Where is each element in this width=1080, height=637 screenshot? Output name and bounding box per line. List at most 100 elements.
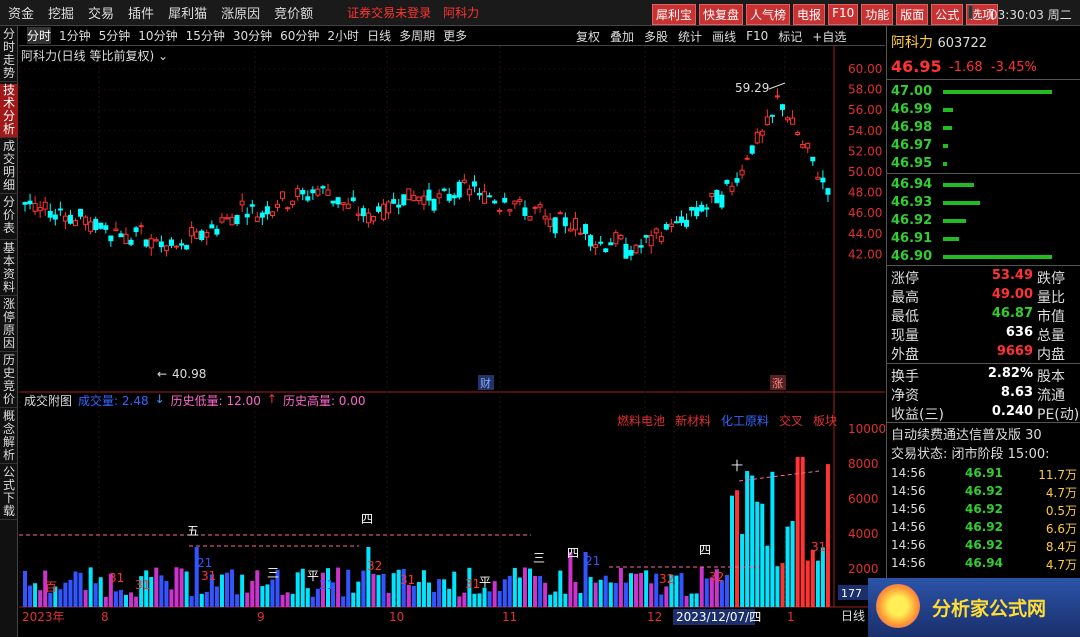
candle-body [785, 117, 791, 121]
candle-body [52, 214, 58, 220]
period-action[interactable]: F10 [746, 29, 768, 43]
concept-tag[interactable]: 化工原料 [721, 412, 769, 429]
concept-tag[interactable]: 板块 [813, 412, 837, 429]
period-action[interactable]: 多股 [644, 28, 668, 45]
candle-body [88, 221, 94, 232]
candle-body [451, 195, 457, 199]
period-action[interactable]: 画线 [712, 28, 736, 45]
volume-bar [810, 549, 815, 607]
menu-item[interactable]: 资金 [8, 3, 34, 22]
period-action[interactable]: 复权 [576, 28, 600, 45]
bid-volume-bar [943, 237, 960, 241]
period-tab[interactable]: 30分钟 [233, 27, 272, 44]
top-button[interactable]: 快复盘 [699, 4, 744, 25]
stat-value: 53.49 [991, 268, 1033, 283]
period-tab[interactable]: 15分钟 [186, 27, 225, 44]
candle-body [370, 215, 376, 222]
side-tab[interactable]: 基本资料 [0, 242, 18, 296]
period-action[interactable]: 标记 [778, 28, 802, 45]
top-button[interactable]: 公式 [931, 4, 964, 25]
candle-body [330, 200, 336, 204]
volume-bar [457, 596, 462, 607]
finance-marker[interactable]: 财 [480, 376, 491, 390]
period-tab[interactable]: 更多 [443, 27, 467, 44]
volume-bar [23, 570, 27, 607]
candle-body [502, 197, 508, 203]
period-tab[interactable]: 1分钟 [59, 27, 91, 44]
promo-text[interactable]: 自动续费通达信普及版 30 [891, 424, 1042, 443]
period-tab[interactable]: 日线 [367, 27, 391, 44]
concept-tags: 燃料电池 新材料 化工原料 交叉 板块 [617, 412, 847, 429]
candle-body [78, 208, 84, 217]
volume-bar [280, 594, 285, 607]
top-button[interactable]: 犀利宝 [652, 4, 697, 25]
dropdown-icon[interactable]: ⌄ [158, 49, 168, 63]
stat-value: 636 [1005, 325, 1033, 340]
period-tab[interactable]: 10分钟 [138, 27, 177, 44]
volume-bar [745, 471, 750, 607]
ask-price: 47.00 [891, 84, 933, 99]
top-button[interactable]: 功能 [861, 4, 894, 25]
side-tab[interactable]: 分时走势 [0, 28, 18, 82]
menu-item[interactable]: 挖掘 [48, 3, 74, 22]
period-tab[interactable]: 60分钟 [280, 27, 319, 44]
candle-body [62, 215, 68, 222]
period-tab[interactable]: 2小时 [327, 27, 359, 44]
stat-label-right: 股本 [1037, 369, 1065, 385]
kline-y-tick: 60.00 [848, 62, 882, 76]
candle-body [658, 235, 664, 242]
volume-bar [219, 574, 224, 607]
concept-tag[interactable]: 交叉 [779, 412, 803, 429]
period-tab[interactable]: 多周期 [399, 27, 435, 44]
menu-item[interactable]: 竞价额 [274, 3, 313, 22]
top-button[interactable]: F10 [828, 4, 859, 25]
top-button[interactable]: 电报 [793, 4, 826, 25]
candle-body [37, 207, 43, 212]
top-button[interactable]: 人气榜 [746, 4, 791, 25]
chart-area[interactable]: 60.00 58.00 56.00 54.00 52.00 50.00 48.00 46.00… [19, 46, 885, 637]
volume-bar [654, 573, 659, 607]
x-tick: 12 [647, 610, 662, 624]
period-action[interactable]: +自选 [812, 28, 846, 45]
concept-tag[interactable]: 新材料 [675, 412, 711, 429]
volume-bar [225, 572, 229, 607]
side-tab[interactable]: 公式下载 [0, 466, 18, 520]
candle-body [527, 215, 533, 221]
side-tab[interactable]: 历史竞价 [0, 354, 18, 408]
candle-body [295, 188, 301, 197]
candle-body [754, 131, 760, 144]
limit-up-marker[interactable]: 涨 [772, 377, 783, 390]
tick-price: 46.91 [965, 466, 1003, 480]
menu-item[interactable]: 涨原因 [221, 3, 260, 22]
period-action[interactable]: 统计 [678, 28, 702, 45]
period-action[interactable]: 叠加 [610, 28, 634, 45]
menu-item[interactable]: 插件 [128, 3, 154, 22]
volume-bar [770, 471, 775, 607]
candle-body [406, 188, 412, 201]
side-tab[interactable]: 成交明细 [0, 140, 18, 194]
volume-bar [199, 593, 204, 607]
candle-body [194, 231, 200, 239]
menu-item[interactable]: 犀利猫 [168, 3, 207, 22]
candle-body [22, 202, 28, 205]
volume-bar [189, 596, 194, 607]
candle-body [724, 179, 730, 184]
volume-bar [250, 580, 255, 607]
volume-label: 31 [135, 578, 150, 592]
concept-tag[interactable]: 燃料电池 [617, 412, 665, 429]
menu-item[interactable]: 交易 [88, 3, 114, 22]
volume-bar [48, 592, 53, 607]
window-handle-icon[interactable] [968, 5, 973, 19]
top-button[interactable]: 版面 [896, 4, 929, 25]
candle-body [633, 244, 639, 254]
candle-body [466, 188, 472, 196]
side-tab[interactable]: 涨停原因 [0, 298, 18, 352]
x-tick: 2023/12/07/四 [676, 610, 761, 624]
kline-y-tick: 58.00 [848, 83, 882, 97]
side-tab[interactable]: 分价表 [0, 196, 18, 240]
side-tab[interactable]: 概念解析 [0, 410, 18, 464]
side-tab[interactable]: 技术分析 [0, 84, 18, 138]
period-tab[interactable]: 5分钟 [99, 27, 131, 44]
period-tab[interactable]: 分时 [27, 27, 52, 44]
trade-login-notice[interactable]: 证券交易未登录 [347, 4, 431, 21]
